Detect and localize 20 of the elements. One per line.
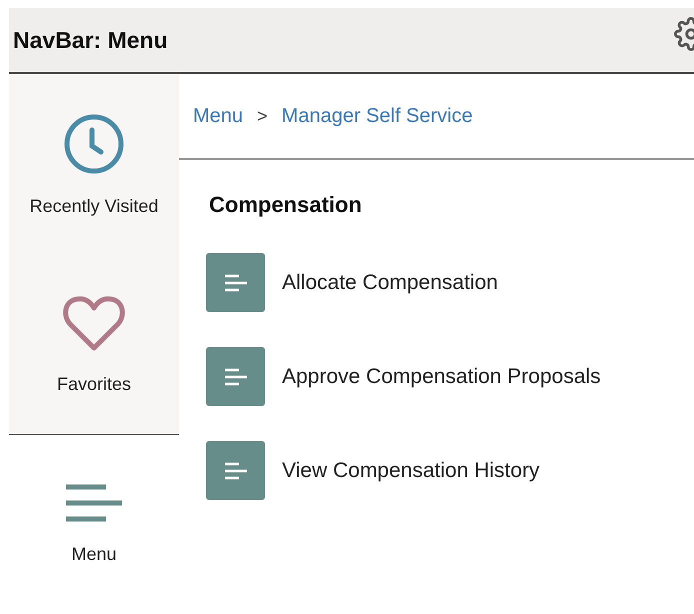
page-title: NavBar: Menu (13, 26, 168, 54)
breadcrumb-link[interactable]: Menu (193, 104, 244, 128)
menu-icon (64, 484, 124, 524)
heart-icon (62, 294, 126, 354)
breadcrumb-separator: > (257, 106, 268, 126)
component-link[interactable]: Allocate Compensation (206, 253, 498, 312)
component-link[interactable]: View Compensation History (206, 441, 540, 500)
section-heading: Compensation (209, 192, 363, 218)
sidebar-item[interactable]: Recently Visited (9, 74, 179, 254)
sidebar-label: Favorites (56, 374, 132, 394)
clock-icon (62, 112, 126, 176)
document-icon (206, 441, 265, 500)
sidebar-label: Menu (71, 544, 117, 565)
breadcrumb-link[interactable]: Manager Self Service (282, 104, 473, 128)
sidebar-label: Recently Visited (30, 196, 158, 216)
sidebar-item[interactable]: Favorites (9, 254, 179, 434)
component-link[interactable]: Approve Compensation Proposals (206, 347, 601, 406)
sidebar-item[interactable]: Menu (9, 434, 179, 614)
document-icon (206, 253, 265, 312)
document-icon (206, 347, 265, 406)
